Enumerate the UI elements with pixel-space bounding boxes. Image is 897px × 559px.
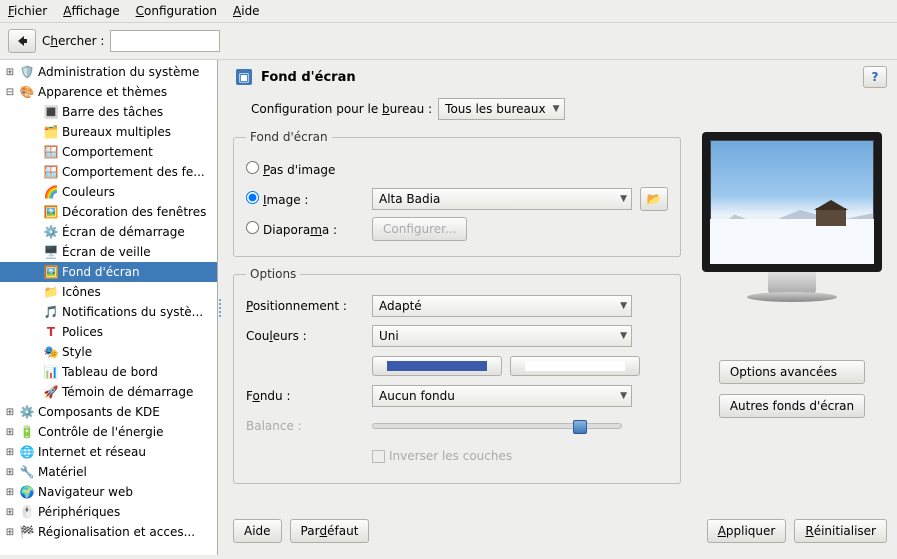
menu-file[interactable]: Fichier <box>8 4 47 18</box>
invert-checkbox: Inverser les couches <box>372 449 512 463</box>
tree-item-power[interactable]: ⊞🔋Contrôle de l'énergie <box>0 422 217 442</box>
tree-item-region[interactable]: ⊞🏁Régionalisation et acces... <box>0 522 217 542</box>
wallpaper-group: Fond d'écran Pas d'image Image : Alta Ba… <box>233 130 681 257</box>
tree-item-kde[interactable]: ⊞⚙️Composants de KDE <box>0 402 217 422</box>
menu-config[interactable]: Configuration <box>136 4 217 18</box>
colors-icon: 🌈 <box>43 184 59 200</box>
rocket-icon: 🚀 <box>43 384 59 400</box>
tree-item-hw[interactable]: ⊞🔧Matériel <box>0 462 217 482</box>
help-button[interactable]: ? <box>863 66 887 88</box>
desktop-for-label: Configuration pour le bureau : <box>251 102 432 116</box>
monitor-icon: 🖥️ <box>43 244 59 260</box>
color2-button[interactable] <box>510 356 640 376</box>
desktop-combo[interactable]: Tous les bureaux <box>438 98 564 120</box>
tree-item-wallpaper[interactable]: 🖼️Fond d'écran <box>0 262 217 282</box>
options-group: Options Positionnement : Adapté Couleurs… <box>233 267 681 484</box>
position-combo[interactable]: Adapté <box>372 295 632 317</box>
tree-item-panel[interactable]: 📊Tableau de bord <box>0 362 217 382</box>
browser-icon: 🌍 <box>19 484 35 500</box>
radio-diaporama[interactable]: Diaporama : <box>246 221 364 237</box>
tree-item-winbehavior[interactable]: 🪟Comportement des fe... <box>0 162 217 182</box>
tree-item-icons[interactable]: 📁Icônes <box>0 282 217 302</box>
apply-button[interactable]: Appliquer <box>707 519 787 543</box>
configure-slideshow-button: Configurer... <box>372 217 467 241</box>
tree-item-style[interactable]: 🎭Style <box>0 342 217 362</box>
image-icon: ▣ <box>236 69 252 85</box>
footer-buttons: Aide Par défaut Appliquer Réinitialiser <box>233 509 887 555</box>
content-panel: ▣ Fond d'écran ? Configuration pour le b… <box>223 60 897 555</box>
wallpaper-legend: Fond d'écran <box>246 130 332 144</box>
folder-open-icon: 📂 <box>647 192 662 206</box>
image-combo[interactable]: Alta Badia <box>372 188 632 210</box>
tree-item-windeco[interactable]: 🖼️Décoration des fenêtres <box>0 202 217 222</box>
search-label: Chercher : <box>42 34 104 48</box>
toolbar: Chercher : <box>0 23 897 60</box>
blend-label: Fondu : <box>246 389 364 403</box>
tree-item-admin[interactable]: ⊞🛡️Administration du système <box>0 62 217 82</box>
deco-icon: 🖼️ <box>43 204 59 220</box>
colors-label: Couleurs : <box>246 329 364 343</box>
panel-icon: 📊 <box>43 364 59 380</box>
back-button[interactable] <box>8 29 36 53</box>
colors-combo[interactable]: Uni <box>372 325 632 347</box>
palette-icon: 🎨 <box>19 84 35 100</box>
tree-item-multidesk[interactable]: 🗂️Bureaux multiples <box>0 122 217 142</box>
blend-combo[interactable]: Aucun fondu <box>372 385 632 407</box>
tree-item-net[interactable]: ⊞🌐Internet et réseau <box>0 442 217 462</box>
window-icon: 🪟 <box>43 144 59 160</box>
desktops-icon: 🗂️ <box>43 124 59 140</box>
help-footer-button[interactable]: Aide <box>233 519 282 543</box>
tree-item-appearance[interactable]: ⊟🎨Apparence et thèmes <box>0 82 217 102</box>
power-icon: 🔋 <box>19 424 35 440</box>
tree-item-browser[interactable]: ⊞🌍Navigateur web <box>0 482 217 502</box>
options-legend: Options <box>246 267 300 281</box>
tree-item-fonts[interactable]: TPolices <box>0 322 217 342</box>
globe-icon: 🌐 <box>19 444 35 460</box>
position-label: Positionnement : <box>246 299 364 313</box>
tree-item-behavior[interactable]: 🪟Comportement <box>0 142 217 162</box>
menubar: Fichier Affichage Configuration Aide <box>0 0 897 23</box>
mouse-icon: 🖱️ <box>19 504 35 520</box>
tree-item-screensaver[interactable]: 🖥️Écran de veille <box>0 242 217 262</box>
note-icon: 🎵 <box>43 304 59 320</box>
gear-icon: ⚙️ <box>19 404 35 420</box>
tree-item-launch[interactable]: 🚀Témoin de démarrage <box>0 382 217 402</box>
tree-item-colors[interactable]: 🌈Couleurs <box>0 182 217 202</box>
tree-sidebar[interactable]: ⊞🛡️Administration du système ⊟🎨Apparence… <box>0 60 218 555</box>
tree-item-periph[interactable]: ⊞🖱️Périphériques <box>0 502 217 522</box>
flag-icon: 🏁 <box>19 524 35 540</box>
open-file-button[interactable]: 📂 <box>640 187 668 211</box>
color1-button[interactable] <box>372 356 502 376</box>
window-icon: 🪟 <box>43 164 59 180</box>
other-wallpapers-button[interactable]: Autres fonds d'écran <box>719 394 865 418</box>
gear-icon: ⚙️ <box>43 224 59 240</box>
search-input[interactable] <box>110 30 220 52</box>
radio-image[interactable]: Image : <box>246 191 364 207</box>
radio-noimage[interactable]: Pas d'image <box>246 161 335 177</box>
reset-button[interactable]: Réinitialiser <box>794 519 887 543</box>
menu-help[interactable]: Aide <box>233 4 260 18</box>
advanced-options-button[interactable]: Options avancées <box>719 360 865 384</box>
preview-monitor <box>702 132 882 272</box>
menu-view[interactable]: Affichage <box>63 4 119 18</box>
icons-icon: 📁 <box>43 284 59 300</box>
taskbar-icon: 🔳 <box>43 104 59 120</box>
defaults-button[interactable]: Par défaut <box>290 519 370 543</box>
hw-icon: 🔧 <box>19 464 35 480</box>
tree-item-splash[interactable]: ⚙️Écran de démarrage <box>0 222 217 242</box>
image-icon: 🖼️ <box>43 264 59 280</box>
page-title: Fond d'écran <box>261 70 356 85</box>
font-icon: T <box>43 324 59 340</box>
tree-item-taskbar[interactable]: 🔳Barre des tâches <box>0 102 217 122</box>
balance-slider <box>372 423 622 429</box>
tree-item-notif[interactable]: 🎵Notifications du systè... <box>0 302 217 322</box>
balance-label: Balance : <box>246 419 364 433</box>
style-icon: 🎭 <box>43 344 59 360</box>
shield-icon: 🛡️ <box>19 64 35 80</box>
